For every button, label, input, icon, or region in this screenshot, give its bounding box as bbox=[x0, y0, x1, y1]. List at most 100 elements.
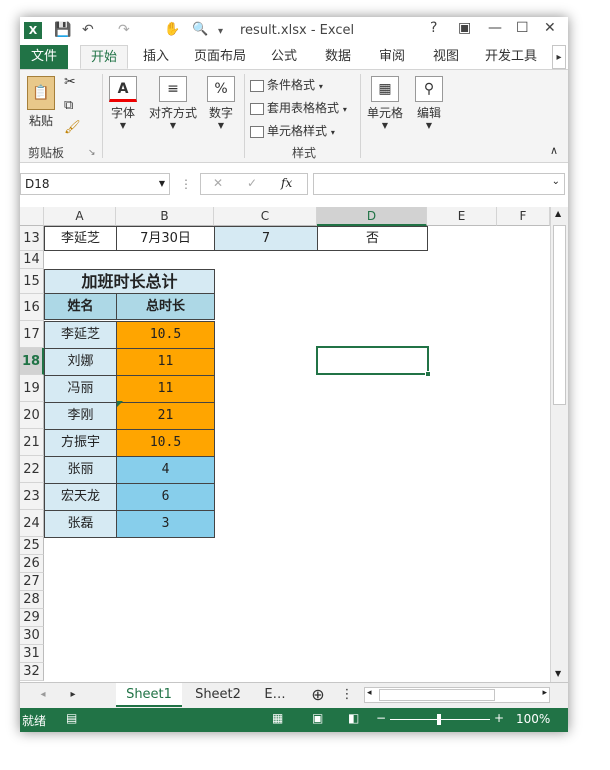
clipboard-launcher-icon[interactable]: ↘ bbox=[88, 148, 96, 158]
help-button[interactable]: ? bbox=[430, 20, 437, 36]
tab-review[interactable]: 审阅 bbox=[368, 45, 416, 69]
row-header-18[interactable]: 18 bbox=[20, 348, 44, 375]
row-header-13[interactable]: 13 bbox=[20, 226, 44, 251]
next-sheet-icon[interactable]: ▸ bbox=[66, 683, 80, 707]
header-total[interactable]: 总时长 bbox=[116, 293, 215, 320]
cell-total[interactable]: 10.5 bbox=[116, 321, 215, 349]
row-header-16[interactable]: 16 bbox=[20, 294, 44, 321]
cell-d13[interactable]: 否 bbox=[317, 226, 428, 251]
cell-name[interactable]: 方振宇 bbox=[44, 429, 117, 457]
alignment-button[interactable]: ≡ 对齐方式 ▼ bbox=[146, 76, 200, 130]
cell-total[interactable]: 21 bbox=[116, 402, 215, 430]
tab-developer[interactable]: 开发工具 bbox=[476, 45, 546, 69]
number-button[interactable]: % 数字 ▼ bbox=[204, 76, 238, 130]
zoom-level[interactable]: 100% bbox=[516, 712, 550, 726]
paste-button[interactable]: 📋 粘贴 bbox=[24, 76, 58, 129]
macro-record-icon[interactable]: ▤ bbox=[66, 711, 77, 725]
cell-b13[interactable]: 7月30日 bbox=[116, 226, 215, 251]
active-cell-d18[interactable] bbox=[316, 346, 429, 375]
row-header-20[interactable]: 20 bbox=[20, 402, 44, 429]
editing-button[interactable]: ⚲ 编辑 ▼ bbox=[412, 76, 446, 130]
row-header-14[interactable]: 14 bbox=[20, 251, 44, 269]
row-header-26[interactable]: 26 bbox=[20, 555, 44, 573]
insert-function-icon[interactable]: fx bbox=[281, 176, 292, 190]
sheet-tab-1[interactable]: Sheet1 bbox=[116, 683, 182, 707]
column-header-b[interactable]: B bbox=[116, 207, 214, 226]
cell-total[interactable]: 4 bbox=[116, 456, 215, 484]
touch-mode-icon[interactable]: ✋ bbox=[164, 22, 180, 37]
font-button[interactable]: A 字体 ▼ bbox=[106, 76, 140, 130]
scroll-down-icon[interactable]: ▼ bbox=[555, 669, 561, 678]
undo-icon[interactable]: ↶ bbox=[82, 22, 94, 38]
cancel-icon[interactable]: ✕ bbox=[213, 176, 223, 190]
normal-view-icon[interactable]: ▦ bbox=[272, 711, 283, 725]
row-header-24[interactable]: 24 bbox=[20, 510, 44, 537]
customize-toolbar-icon[interactable]: ▾ bbox=[218, 26, 223, 37]
sheet-tab-3[interactable]: E… bbox=[258, 683, 292, 707]
ribbon-display-button[interactable]: ▣ bbox=[458, 20, 471, 36]
row-header-28[interactable]: 28 bbox=[20, 591, 44, 609]
column-header-a[interactable]: A bbox=[44, 207, 116, 226]
row-header-17[interactable]: 17 bbox=[20, 321, 44, 348]
scroll-up-icon[interactable]: ▲ bbox=[555, 209, 561, 218]
restore-button[interactable]: ☐ bbox=[516, 20, 529, 36]
fill-handle[interactable] bbox=[425, 371, 431, 377]
close-button[interactable]: ✕ bbox=[544, 20, 556, 36]
zoom-in-icon[interactable]: + bbox=[494, 711, 504, 725]
cell-name[interactable]: 张丽 bbox=[44, 456, 117, 484]
format-painter-icon[interactable]: 🖌 bbox=[64, 120, 81, 135]
cell-total[interactable]: 11 bbox=[116, 348, 215, 376]
cell-c13[interactable]: 7 bbox=[214, 226, 318, 251]
spreadsheet-grid[interactable]: A B C D E F 13 14 15 16 17 18 19 20 21 22 23 24 25 26… bbox=[20, 207, 568, 682]
table-format-button[interactable]: 套用表格格式 ▾ bbox=[250, 99, 347, 116]
row-header-32[interactable]: 32 bbox=[20, 663, 44, 681]
zoom-slider-thumb[interactable] bbox=[437, 714, 441, 725]
horizontal-scrollbar[interactable]: ◂ ▸ bbox=[364, 687, 550, 703]
print-preview-icon[interactable]: 🔍 bbox=[192, 22, 208, 37]
formula-input[interactable]: ⌄ bbox=[313, 173, 565, 195]
more-sheets-icon[interactable]: ⋮ bbox=[340, 683, 354, 707]
zoom-out-icon[interactable]: − bbox=[376, 711, 386, 725]
cells-button[interactable]: ▦ 单元格 ▼ bbox=[364, 76, 406, 130]
chevron-down-icon[interactable]: ⌄ bbox=[552, 176, 560, 187]
cell-name[interactable]: 李刚 bbox=[44, 402, 117, 430]
horizontal-scroll-thumb[interactable] bbox=[379, 689, 495, 701]
cell-name[interactable]: 冯丽 bbox=[44, 375, 117, 403]
tab-file[interactable]: 文件 bbox=[20, 45, 68, 69]
vertical-scrollbar[interactable]: ▲ ▼ bbox=[550, 207, 568, 682]
row-header-27[interactable]: 27 bbox=[20, 573, 44, 591]
row-header-15[interactable]: 15 bbox=[20, 269, 44, 294]
add-sheet-icon[interactable]: ⊕ bbox=[308, 683, 328, 707]
cell-name[interactable]: 宏天龙 bbox=[44, 483, 117, 511]
table-title[interactable]: 加班时长总计 bbox=[44, 269, 215, 294]
tab-home[interactable]: 开始 bbox=[80, 45, 128, 69]
name-box[interactable]: D18 ▼ bbox=[20, 173, 170, 195]
tab-data[interactable]: 数据 bbox=[314, 45, 362, 69]
prev-sheet-icon[interactable]: ◂ bbox=[36, 683, 50, 707]
tabs-scroll-right-icon[interactable]: ▸ bbox=[552, 45, 566, 69]
redo-icon[interactable]: ↷ bbox=[118, 22, 130, 38]
cell-a13[interactable]: 李延芝 bbox=[44, 226, 117, 251]
save-icon[interactable]: 💾 bbox=[54, 22, 71, 38]
cell-total[interactable]: 6 bbox=[116, 483, 215, 511]
row-header-25[interactable]: 25 bbox=[20, 537, 44, 555]
scroll-left-icon[interactable]: ◂ bbox=[367, 688, 372, 698]
scroll-right-icon[interactable]: ▸ bbox=[542, 688, 547, 698]
row-header-23[interactable]: 23 bbox=[20, 483, 44, 510]
select-all-corner[interactable] bbox=[20, 207, 44, 226]
header-name[interactable]: 姓名 bbox=[44, 293, 117, 320]
column-header-f[interactable]: F bbox=[497, 207, 550, 226]
row-header-30[interactable]: 30 bbox=[20, 627, 44, 645]
row-header-22[interactable]: 22 bbox=[20, 456, 44, 483]
row-header-21[interactable]: 21 bbox=[20, 429, 44, 456]
tab-page-layout[interactable]: 页面布局 bbox=[188, 45, 252, 69]
enter-icon[interactable]: ✓ bbox=[247, 176, 257, 190]
cell-total[interactable]: 10.5 bbox=[116, 429, 215, 457]
row-header-19[interactable]: 19 bbox=[20, 375, 44, 402]
vertical-scroll-thumb[interactable] bbox=[553, 225, 566, 405]
column-header-d[interactable]: D bbox=[317, 207, 427, 226]
row-header-31[interactable]: 31 bbox=[20, 645, 44, 663]
tab-insert[interactable]: 插入 bbox=[132, 45, 180, 69]
sheet-tab-2[interactable]: Sheet2 bbox=[186, 683, 250, 707]
column-header-c[interactable]: C bbox=[214, 207, 317, 226]
